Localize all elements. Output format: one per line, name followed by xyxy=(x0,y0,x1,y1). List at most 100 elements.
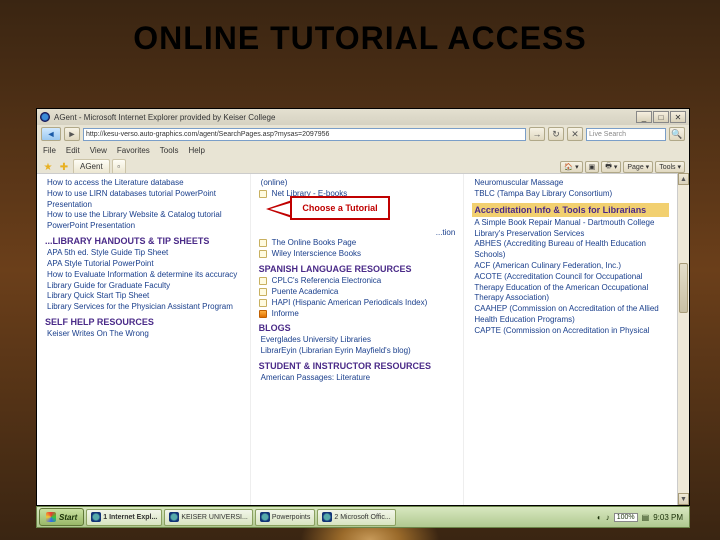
home-button[interactable]: 🏠▾ xyxy=(560,161,582,173)
section-header: SPANISH LANGUAGE RESOURCES xyxy=(259,263,456,275)
tray-icon[interactable]: ▤ xyxy=(642,513,650,522)
back-button[interactable]: ◄ xyxy=(41,127,61,141)
menu-help[interactable]: Help xyxy=(188,146,204,155)
page-menu[interactable]: Page ▾ xyxy=(623,161,653,173)
favorites-star-icon[interactable]: ★ xyxy=(41,161,55,173)
link-item[interactable]: Keiser Writes On The Wrong xyxy=(45,329,242,340)
menu-file[interactable]: File xyxy=(43,146,56,155)
link-item[interactable]: CAAHEP (Commission on Accreditation of t… xyxy=(472,304,669,326)
add-favorite-icon[interactable]: ✚ xyxy=(57,161,71,173)
link-item[interactable]: LibrarEyin (Librarian Eyrin Mayfield's b… xyxy=(259,346,456,357)
minimize-button[interactable]: _ xyxy=(636,111,652,123)
link-item[interactable]: How to use LIRN databases tutorial Power… xyxy=(45,189,242,211)
tab-label: AGent xyxy=(80,162,103,171)
doc-icon xyxy=(259,277,267,285)
link-item[interactable]: Informe xyxy=(270,309,299,320)
link-item[interactable]: Library Quick Start Tip Sheet xyxy=(45,291,242,302)
address-bar: ◄ ► http://kesu-verso.auto-graphics.com/… xyxy=(37,125,689,143)
doc-icon xyxy=(259,310,267,318)
link-item[interactable]: Library Guide for Graduate Faculty xyxy=(45,281,242,292)
search-button[interactable]: 🔍 xyxy=(669,127,685,141)
link-item[interactable]: CPLC's Referencia Electronica xyxy=(270,276,382,287)
column-left: How to access the Literature database Ho… xyxy=(37,174,251,505)
taskbar-item[interactable]: KEISER UNIVERSI... xyxy=(164,509,253,526)
browser-window: AGent - Microsoft Internet Explorer prov… xyxy=(36,108,690,506)
system-tray: ◐ ♪ 100% ▤ 9:03 PM xyxy=(593,513,687,522)
link-item[interactable]: HAPI (Hispanic American Periodicals Inde… xyxy=(270,298,428,309)
link-item[interactable]: (online) xyxy=(259,178,456,189)
menu-favorites[interactable]: Favorites xyxy=(117,146,150,155)
scroll-down-arrow-icon[interactable]: ▼ xyxy=(678,493,689,505)
taskbar: Start 1 Internet Expl... KEISER UNIVERSI… xyxy=(36,506,690,528)
doc-icon xyxy=(259,299,267,307)
link-item[interactable]: APA Style Tutorial PowerPoint xyxy=(45,259,242,270)
print-button[interactable]: 🖶▾ xyxy=(601,161,621,173)
section-header: Accreditation Info & Tools for Librarian… xyxy=(472,203,669,217)
menu-edit[interactable]: Edit xyxy=(66,146,80,155)
link-item[interactable]: A Simple Book Repair Manual - Dartmouth … xyxy=(472,218,669,240)
address-input[interactable]: http://kesu-verso.auto-graphics.com/agen… xyxy=(83,128,526,141)
left-arrow-icon xyxy=(266,200,292,218)
section-header: BLOGS xyxy=(259,322,456,334)
link-item[interactable]: Puente Academica xyxy=(270,287,339,298)
link-item[interactable]: Library Services for the Physician Assis… xyxy=(45,302,242,313)
close-button[interactable]: ✕ xyxy=(670,111,686,123)
tray-icon[interactable]: ◐ xyxy=(597,513,602,522)
zoom-indicator[interactable]: 100% xyxy=(614,513,638,522)
start-button[interactable]: Start xyxy=(39,508,84,526)
scroll-thumb[interactable] xyxy=(679,263,688,313)
callout-label: Choose a Tutorial xyxy=(290,196,390,220)
link-item[interactable]: Everglades University Libraries xyxy=(259,335,456,346)
link-item[interactable]: ABHES (Accrediting Bureau of Health Educ… xyxy=(472,239,669,261)
link-item[interactable]: American Passages: Literature xyxy=(259,373,456,384)
taskbar-item[interactable]: Powerpoints xyxy=(255,509,316,526)
link-item[interactable]: The Online Books Page xyxy=(270,238,357,249)
tab-agent[interactable]: AGent xyxy=(73,159,110,173)
window-title: AGent - Microsoft Internet Explorer prov… xyxy=(54,113,275,122)
search-input[interactable]: Live Search xyxy=(586,128,666,141)
tab-bar: ★ ✚ AGent ▫ 🏠▾ ▣ 🖶▾ Page ▾ Tools ▾ xyxy=(37,157,689,173)
refresh-button[interactable]: ↻ xyxy=(548,127,564,141)
doc-icon xyxy=(259,250,267,258)
link-item[interactable]: Neuromuscular Massage xyxy=(472,178,669,189)
section-header: ...LIBRARY HANDOUTS & TIP SHEETS xyxy=(45,235,242,247)
menu-bar: File Edit View Favorites Tools Help xyxy=(37,143,689,157)
windows-logo-icon xyxy=(46,512,56,522)
ie-icon xyxy=(40,112,50,122)
app-icon xyxy=(169,512,179,522)
slide-title: ONLINE TUTORIAL ACCESS xyxy=(0,0,720,67)
scroll-up-arrow-icon[interactable]: ▲ xyxy=(678,173,689,185)
callout-choose-tutorial: Choose a Tutorial xyxy=(268,196,390,228)
section-header: STUDENT & INSTRUCTOR RESOURCES xyxy=(259,360,456,372)
taskbar-item[interactable]: 2 Microsoft Offic... xyxy=(317,509,395,526)
tools-menu[interactable]: Tools ▾ xyxy=(655,161,685,173)
new-tab-button[interactable]: ▫ xyxy=(112,159,126,173)
section-header: SELF HELP RESOURCES xyxy=(45,316,242,328)
menu-view[interactable]: View xyxy=(90,146,107,155)
app-icon xyxy=(91,512,101,522)
link-item[interactable]: ACOTE (Accreditation Council for Occupat… xyxy=(472,272,669,304)
link-item[interactable]: Wiley Interscience Books xyxy=(270,249,361,260)
link-item[interactable]: APA 5th ed. Style Guide Tip Sheet xyxy=(45,248,242,259)
maximize-button[interactable]: □ xyxy=(653,111,669,123)
window-titlebar: AGent - Microsoft Internet Explorer prov… xyxy=(37,109,689,125)
cut-text: ...tion xyxy=(259,228,456,239)
link-item[interactable]: How to use the Library Website & Catalog… xyxy=(45,210,242,232)
go-button[interactable]: → xyxy=(529,127,545,141)
clock[interactable]: 9:03 PM xyxy=(653,513,683,522)
doc-icon xyxy=(259,239,267,247)
menu-tools[interactable]: Tools xyxy=(160,146,179,155)
app-icon xyxy=(322,512,332,522)
stop-button[interactable]: ✕ xyxy=(567,127,583,141)
doc-icon xyxy=(259,190,267,198)
link-item[interactable]: How to access the Literature database xyxy=(45,178,242,189)
link-item[interactable]: TBLC (Tampa Bay Library Consortium) xyxy=(472,189,669,200)
link-item[interactable]: ACF (American Culinary Federation, Inc.) xyxy=(472,261,669,272)
forward-button[interactable]: ► xyxy=(64,127,80,141)
link-item[interactable]: How to Evaluate Information & determine … xyxy=(45,270,242,281)
taskbar-item[interactable]: 1 Internet Expl... xyxy=(86,509,162,526)
feeds-button[interactable]: ▣ xyxy=(585,161,600,173)
link-item[interactable]: CAPTE (Commission on Accreditation in Ph… xyxy=(472,326,669,337)
tray-icon[interactable]: ♪ xyxy=(606,513,610,522)
vertical-scrollbar[interactable]: ▲ ▼ xyxy=(677,173,689,505)
